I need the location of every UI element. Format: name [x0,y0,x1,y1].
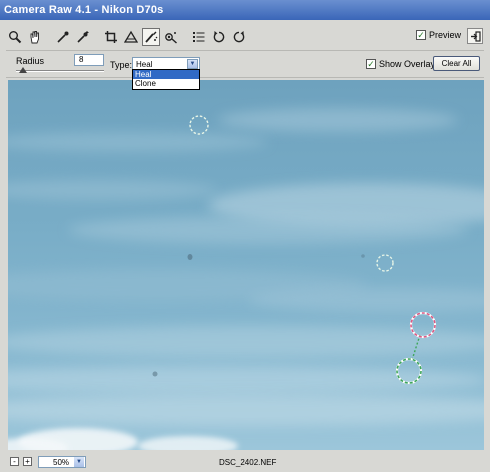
file-name: DSC_2402.NEF [219,458,277,467]
straighten-tool[interactable] [122,28,140,46]
type-dropdown-list: Heal Clone [132,69,200,90]
show-overlay-label: Show Overlay [379,59,436,69]
clear-all-button[interactable]: Clear All [433,56,480,71]
preview-toggle[interactable]: ✓ Preview [416,30,461,40]
red-eye-tool[interactable] [162,28,180,46]
rotate-left-tool[interactable] [210,28,228,46]
color-sampler-icon [77,31,89,43]
chevron-down-icon[interactable]: ▼ [74,457,84,467]
hand-tool[interactable] [26,28,44,46]
presets-icon [193,32,205,42]
white-balance-icon [57,31,69,43]
spot-target-marker[interactable] [189,115,209,135]
type-label: Type: [110,60,133,70]
zoom-level-value: 50% [53,458,70,467]
zoom-tool[interactable] [6,28,24,46]
crop-icon [105,31,117,43]
exit-icon [470,30,481,42]
color-sampler-tool[interactable] [74,28,92,46]
sky-photo [8,108,484,450]
spot-removal-tool[interactable] [142,28,160,46]
preview-label: Preview [429,30,462,40]
type-option-clone[interactable]: Clone [133,79,199,88]
type-option-heal[interactable]: Heal [133,70,199,79]
radius-slider-thumb[interactable] [19,67,27,73]
image-preview[interactable] [8,80,484,450]
presets-tool[interactable] [190,28,208,46]
hand-icon [30,31,39,44]
chevron-down-icon[interactable]: ▼ [187,59,198,69]
straighten-icon [124,30,138,43]
camera-raw-dialog: ✓ Preview Radius 8 Type: Heal ▼ ✓ Show O… [0,20,490,472]
radius-input[interactable]: 8 [74,54,104,66]
spot-removal-options: Radius 8 Type: Heal ▼ ✓ Show Overlay Cle… [6,50,484,78]
crop-tool[interactable] [102,28,120,46]
window-title: Camera Raw 4.1 - Nikon D70s [0,0,490,20]
rotate-right-icon [233,31,245,43]
radius-slider-track[interactable] [16,70,104,72]
spot-removal-icon [145,31,158,43]
rotate-right-tool[interactable] [230,28,248,46]
zoom-level-select[interactable]: 50% ▼ [38,456,86,468]
zoom-in-button[interactable]: + [23,457,32,466]
preview-checkbox[interactable]: ✓ [416,30,426,40]
spot-target-marker[interactable] [376,254,394,272]
radius-label: Radius [16,56,45,66]
rotate-left-icon [213,31,225,43]
show-overlay-checkbox[interactable]: ✓ [366,59,376,69]
type-select-value: Heal [136,60,153,69]
red-eye-icon [165,32,177,44]
show-overlay-toggle[interactable]: ✓ Show Overlay [366,59,435,69]
exit-button[interactable] [467,28,483,44]
zoom-icon [9,31,22,44]
zoom-out-button[interactable]: - [10,457,19,466]
status-bar: - + 50% ▼ DSC_2402.NEF [6,454,484,470]
white-balance-tool[interactable] [54,28,72,46]
